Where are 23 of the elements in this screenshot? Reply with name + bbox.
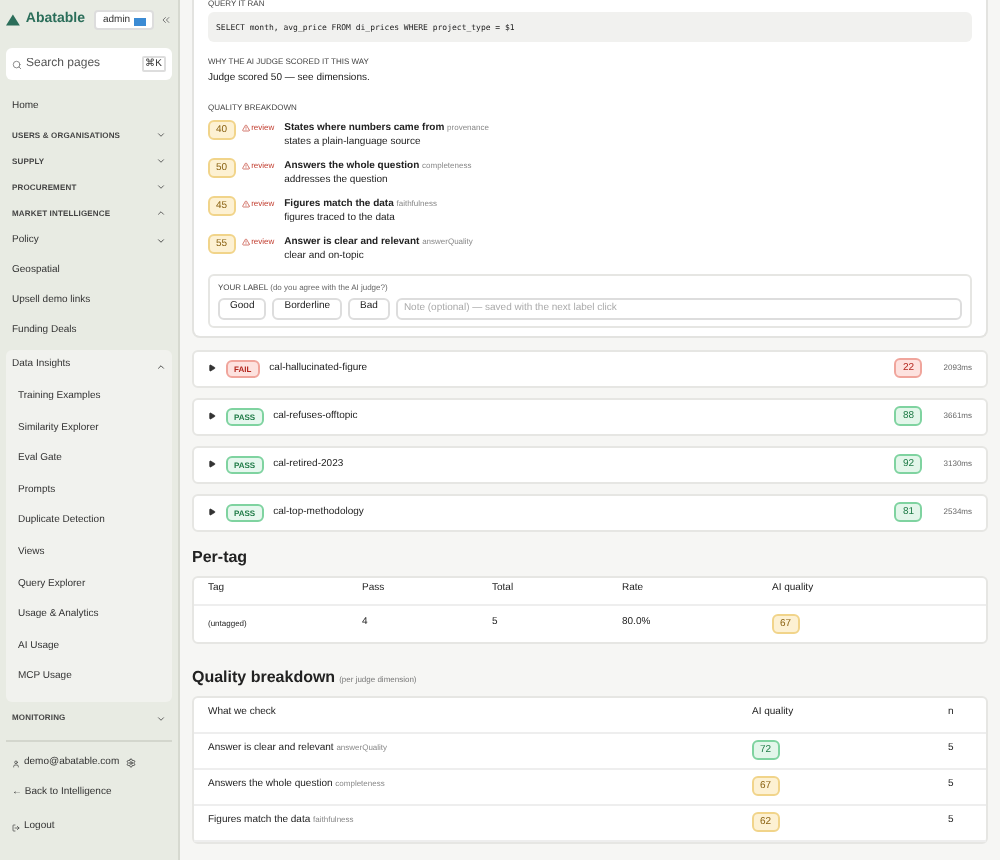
- expand-icon[interactable]: [208, 460, 216, 468]
- warning-icon: [241, 237, 250, 245]
- chevron-icon: [156, 361, 166, 371]
- warning-icon: [241, 161, 250, 169]
- collapse-icon[interactable]: [160, 14, 172, 26]
- section-heading: Quality breakdown: [192, 665, 336, 689]
- chevron-icon: [156, 208, 166, 218]
- section-heading: Per-tag: [192, 545, 250, 569]
- chevron-icon: [156, 182, 166, 192]
- chevron-icon: [156, 130, 166, 140]
- search-icon: [12, 59, 22, 69]
- logo-icon: [6, 14, 20, 26]
- user-icon: [12, 759, 20, 768]
- settings-icon[interactable]: [125, 758, 136, 769]
- expand-icon[interactable]: [208, 364, 216, 372]
- expand-icon[interactable]: [208, 508, 216, 516]
- chevron-icon: [156, 156, 166, 166]
- logout-icon[interactable]: [12, 823, 20, 832]
- warning-icon: [241, 199, 250, 207]
- expand-icon[interactable]: [208, 412, 216, 420]
- chevron-icon: [156, 236, 166, 246]
- warning-icon: [241, 123, 250, 131]
- chevron-icon: [156, 713, 166, 724]
